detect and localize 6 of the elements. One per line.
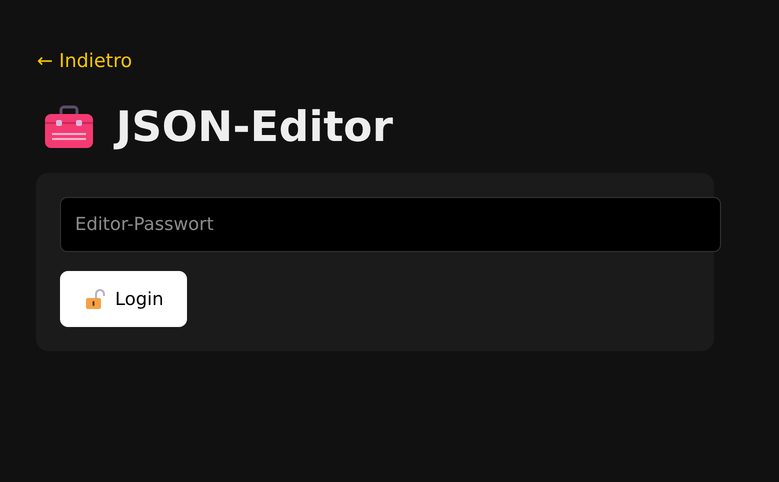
password-field[interactable]: Editor-Passwort — [60, 197, 721, 252]
page-title: JSON-Editor — [116, 102, 393, 151]
back-link[interactable]: ← Indietro — [37, 50, 132, 72]
unlocked-padlock-icon — [85, 288, 105, 310]
login-button[interactable]: Login — [60, 271, 187, 327]
toolbox-icon — [44, 104, 94, 148]
